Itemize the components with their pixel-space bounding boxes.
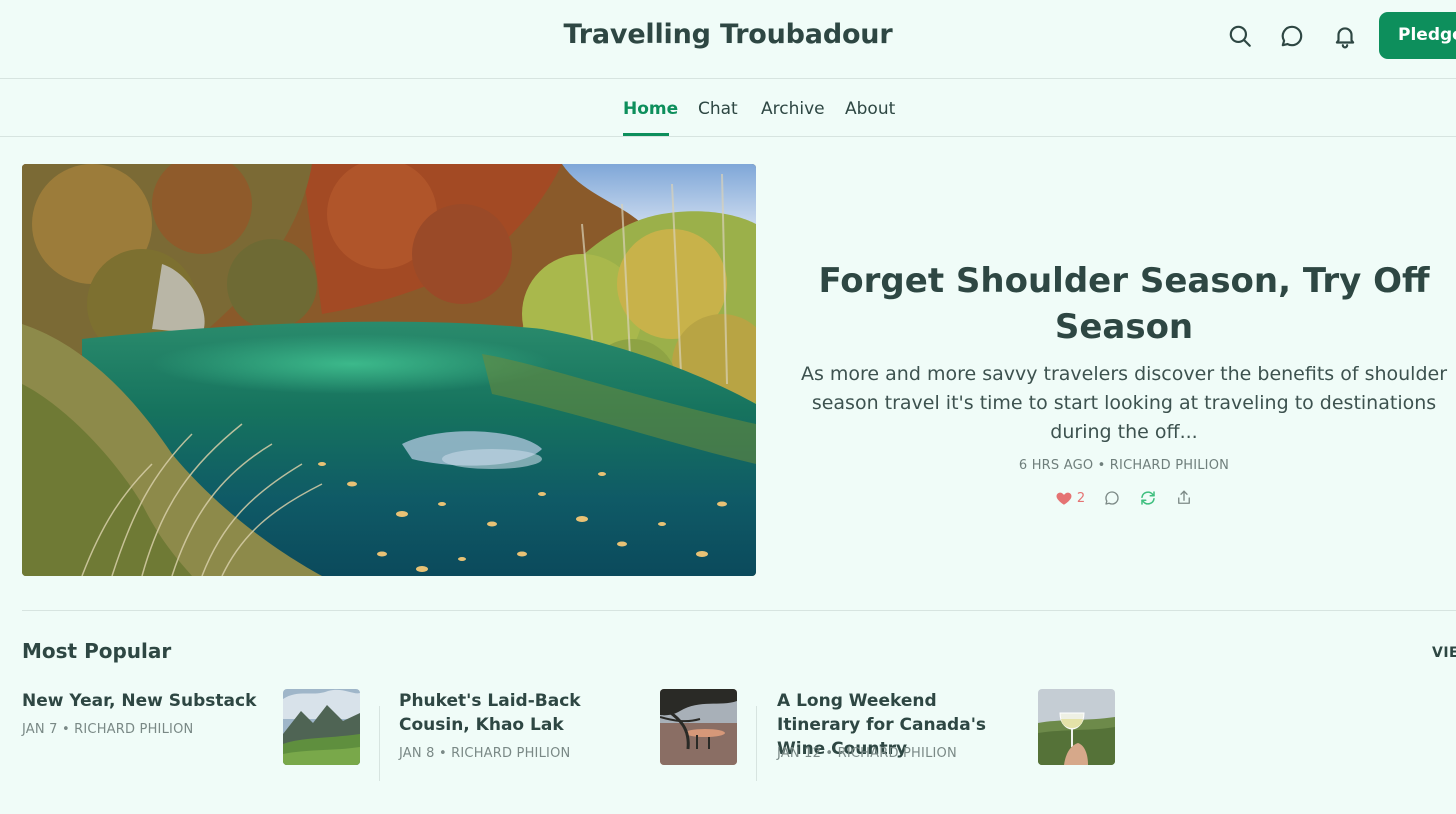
restack-icon xyxy=(1139,489,1157,507)
search-icon[interactable] xyxy=(1227,23,1253,49)
active-tab-indicator xyxy=(623,133,669,136)
popular-post-title[interactable]: Phuket's Laid-Back Cousin, Khao Lak xyxy=(399,689,639,737)
pledge-button[interactable]: Pledge xyxy=(1379,12,1456,59)
like-count: 2 xyxy=(1076,490,1086,506)
tab-chat[interactable]: Chat xyxy=(698,99,738,119)
popular-post-meta: JAN 12 • RICHARD PHILION xyxy=(777,746,957,761)
featured-post-subtitle: As more and more savvy travelers discove… xyxy=(800,363,1448,443)
share-button[interactable] xyxy=(1175,489,1193,507)
most-popular-heading: Most Popular xyxy=(22,639,172,663)
popular-post-card[interactable]: Phuket's Laid-Back Cousin, Khao Lak JAN … xyxy=(399,689,737,781)
tab-home[interactable]: Home xyxy=(623,99,678,119)
popular-post-meta: JAN 8 • RICHARD PHILION xyxy=(399,746,571,761)
like-button[interactable]: 2 xyxy=(1055,489,1085,507)
featured-post-meta: 6 HRS AGO • RICHARD PHILION xyxy=(1018,458,1230,473)
bell-icon[interactable] xyxy=(1332,23,1358,49)
section-divider xyxy=(22,610,1456,611)
popular-post-thumbnail[interactable] xyxy=(660,689,737,765)
tab-archive[interactable]: Archive xyxy=(761,99,825,119)
popular-post-title[interactable]: New Year, New Substack xyxy=(22,689,262,713)
popular-post-card[interactable]: New Year, New Substack JAN 7 • RICHARD P… xyxy=(22,689,360,781)
chat-icon[interactable] xyxy=(1279,23,1305,49)
featured-post-actions: 2 xyxy=(793,489,1455,507)
view-all-link[interactable]: VIEW ALL xyxy=(1432,645,1456,661)
popular-post-card[interactable]: A Long Weekend Itinerary for Canada's Wi… xyxy=(777,689,1115,781)
featured-post-title[interactable]: Forget Shoulder Season, Try Off Season xyxy=(793,258,1455,350)
heart-icon xyxy=(1055,489,1073,507)
popular-post-thumbnail[interactable] xyxy=(1038,689,1115,765)
featured-post: Forget Shoulder Season, Try Off Season A… xyxy=(793,258,1455,507)
top-bar: Travelling Troubadour Pledge xyxy=(0,0,1456,79)
tab-about[interactable]: About xyxy=(845,99,895,119)
share-icon xyxy=(1175,489,1193,507)
restack-button[interactable] xyxy=(1139,489,1157,507)
popular-post-meta: JAN 7 • RICHARD PHILION xyxy=(22,722,194,737)
card-separator xyxy=(756,706,757,781)
featured-post-image[interactable] xyxy=(22,164,756,576)
nav-bar: Home Chat Archive About xyxy=(0,79,1456,137)
comment-icon xyxy=(1103,489,1121,507)
comment-button[interactable] xyxy=(1103,489,1121,507)
card-separator xyxy=(379,706,380,781)
popular-post-thumbnail[interactable] xyxy=(283,689,360,765)
